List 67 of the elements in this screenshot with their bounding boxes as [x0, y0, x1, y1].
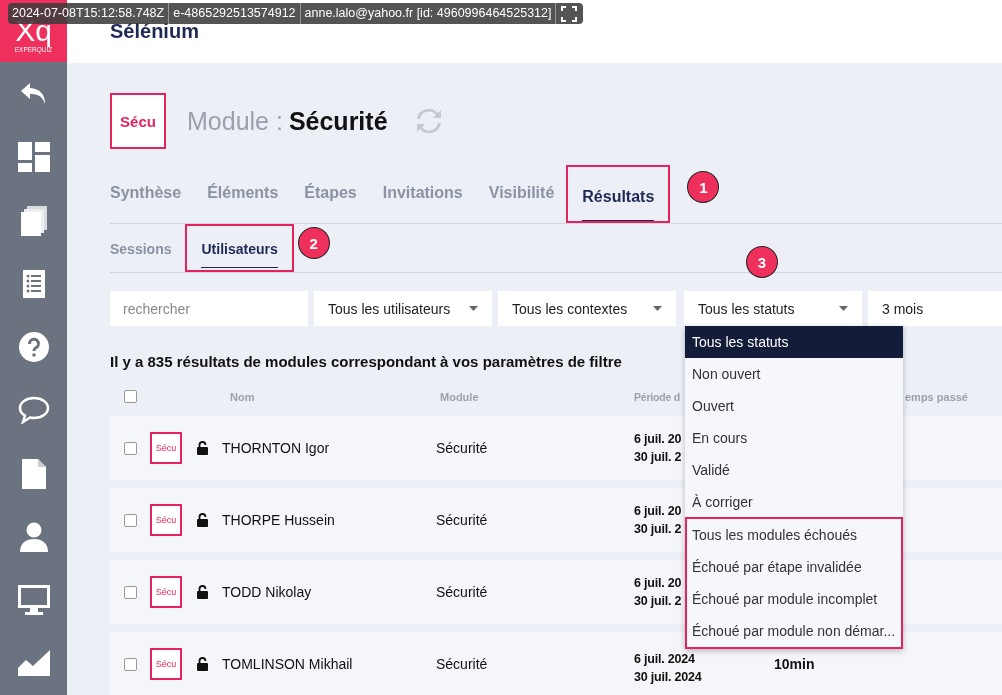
- chat-bubble-icon[interactable]: [17, 396, 50, 425]
- filter-dropdown[interactable]: 3 mois: [868, 291, 1002, 326]
- menu-item[interactable]: Validé: [685, 454, 903, 486]
- monitor-icon[interactable]: [17, 585, 50, 616]
- menu-item[interactable]: À corriger: [685, 486, 903, 518]
- menu-item[interactable]: Ouvert: [685, 390, 903, 422]
- row-checkbox[interactable]: [123, 513, 137, 527]
- time-spent: 10min: [774, 656, 815, 672]
- result-summary: Il y a 835 résultats de modules correspondant à vos paramètres de filtre: [110, 353, 623, 370]
- row-checkbox[interactable]: [123, 441, 137, 455]
- menu-item[interactable]: Échoué par module non démar...: [687, 615, 901, 647]
- filter-dropdown[interactable]: Tous les utilisateurs: [314, 291, 492, 326]
- module-badge: Sécu: [110, 93, 166, 149]
- callout-number: 1: [688, 172, 719, 202]
- help-icon[interactable]: [18, 332, 49, 363]
- column-header: Module: [440, 391, 479, 403]
- module-name-cell-text: Sécurité: [436, 512, 489, 528]
- user-name: TOMLINSON Mikhail: [222, 656, 354, 672]
- column-header: Nom: [230, 391, 255, 403]
- list-icon[interactable]: [22, 269, 45, 298]
- menu-item[interactable]: En cours: [685, 422, 903, 454]
- search-field[interactable]: rechercher: [110, 291, 308, 326]
- menu-item[interactable]: Échoué par module incomplet: [687, 583, 901, 615]
- user-icon[interactable]: [19, 521, 48, 552]
- fullscreen-icon[interactable]: [561, 5, 578, 22]
- dashboard-icon[interactable]: [17, 142, 50, 173]
- module-badge: Sécu: [150, 504, 182, 536]
- callout-number: 2: [298, 228, 329, 258]
- menu-item[interactable]: Non ouvert: [685, 358, 903, 390]
- menu-item[interactable]: Échoué par étape invalidée: [687, 551, 901, 583]
- filter-dropdown[interactable]: Tous les statuts: [684, 291, 862, 326]
- tab[interactable]: Résultats: [566, 165, 671, 223]
- callout-number: 3: [747, 247, 777, 277]
- column-header: emps passé: [905, 391, 968, 403]
- row-checkbox[interactable]: [123, 585, 137, 599]
- column-header: Période d: [634, 391, 681, 403]
- module-badge: Sécu: [150, 648, 182, 680]
- document-icon[interactable]: [21, 458, 46, 489]
- end-date: 30 juil. 2: [634, 594, 682, 608]
- module-badge: Sécu: [150, 576, 182, 608]
- module-label: Module :: [187, 106, 283, 136]
- start-date: 6 juil. 20: [634, 432, 682, 446]
- start-date: 6 juil. 20: [634, 576, 682, 590]
- module-name-cell-text: Sécurité: [436, 440, 489, 456]
- caret-icon: [839, 306, 848, 311]
- module-name-cell-text: Sécurité: [436, 584, 489, 600]
- area-chart-icon[interactable]: [17, 650, 50, 677]
- pages-icon[interactable]: [20, 205, 47, 236]
- subtab[interactable]: Utilisateurs: [185, 224, 294, 272]
- start-date: 6 juil. 20: [634, 504, 682, 518]
- end-date: 30 juil. 2: [634, 450, 682, 464]
- module-badge: Sécu: [150, 432, 182, 464]
- filter-dropdown[interactable]: Tous les contextes: [498, 291, 676, 326]
- user-name: THORPE Hussein: [222, 512, 336, 528]
- module-name-cell-text: Sécurité: [436, 656, 489, 672]
- user-name: TODD Nikolay: [222, 584, 313, 600]
- end-date: 30 juil. 2024: [634, 670, 702, 684]
- menu-item[interactable]: Tous les statuts: [685, 326, 903, 358]
- module-name: Sécurité: [288, 106, 388, 136]
- user-name: THORNTON Igor: [222, 440, 331, 456]
- end-date: 30 juil. 2: [634, 522, 682, 536]
- start-date: 6 juil. 2024: [634, 652, 695, 666]
- menu-item[interactable]: Tous les modules échoués: [687, 519, 901, 551]
- caret-icon: [469, 306, 478, 311]
- caret-icon: [653, 306, 662, 311]
- select-all-checkbox[interactable]: [123, 389, 137, 403]
- row-checkbox[interactable]: [123, 657, 137, 671]
